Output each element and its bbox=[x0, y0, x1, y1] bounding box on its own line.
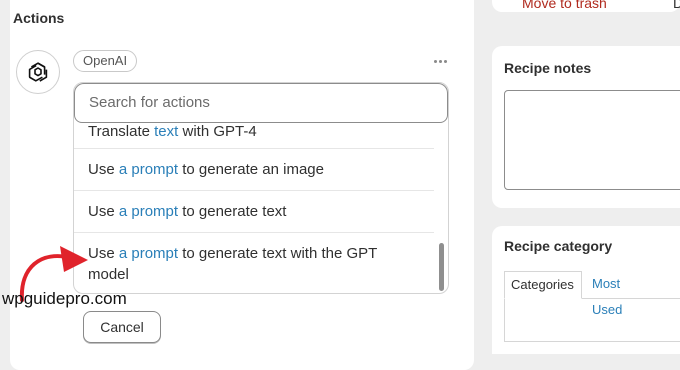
option-text: Translate bbox=[88, 123, 155, 140]
recipe-notes-textarea[interactable] bbox=[504, 90, 680, 190]
recipe-category-title: Recipe category bbox=[504, 238, 613, 254]
recipe-notes-title: Recipe notes bbox=[504, 60, 592, 76]
action-option-translate-text[interactable]: Translate text with GPT-4 bbox=[74, 119, 434, 149]
option-text: to generate text bbox=[178, 203, 287, 220]
option-text: Use bbox=[88, 161, 119, 178]
actions-title: Actions bbox=[13, 10, 65, 26]
tab-categories[interactable]: Categories bbox=[504, 271, 582, 299]
option-text: with GPT-4 bbox=[178, 123, 257, 140]
truncated-button-label[interactable]: D bbox=[673, 0, 680, 11]
action-option-generate-text[interactable]: Use a prompt to generate text bbox=[74, 191, 434, 233]
actions-dropdown: Translate text with GPT-4 Use a prompt t… bbox=[73, 82, 449, 294]
option-text: to generate an image bbox=[178, 161, 324, 178]
openai-logo-glyph bbox=[28, 62, 48, 82]
option-link[interactable]: a prompt bbox=[119, 203, 178, 220]
openai-logo-icon bbox=[16, 50, 60, 94]
option-link[interactable]: a prompt bbox=[119, 245, 178, 262]
tab-most-used[interactable]: Most Used bbox=[586, 271, 628, 317]
option-text: Use bbox=[88, 203, 119, 220]
option-link[interactable]: text bbox=[154, 123, 178, 140]
option-link[interactable]: a prompt bbox=[119, 161, 178, 178]
more-dots-icon[interactable] bbox=[428, 54, 452, 68]
openai-app-chip: OpenAI bbox=[73, 50, 138, 72]
watermark-text: wpguidepro.com bbox=[2, 289, 127, 308]
option-text: Use bbox=[88, 245, 119, 262]
action-option-generate-text-gpt[interactable]: Use a prompt to generate text with the G… bbox=[74, 233, 434, 293]
dropdown-scrollbar[interactable] bbox=[439, 243, 444, 291]
search-actions-input[interactable]: Search for actions bbox=[74, 83, 448, 123]
move-to-trash-link[interactable]: Move to trash bbox=[522, 0, 607, 11]
action-option-generate-image[interactable]: Use a prompt to generate an image bbox=[74, 149, 434, 191]
cancel-button[interactable]: Cancel bbox=[83, 311, 161, 343]
